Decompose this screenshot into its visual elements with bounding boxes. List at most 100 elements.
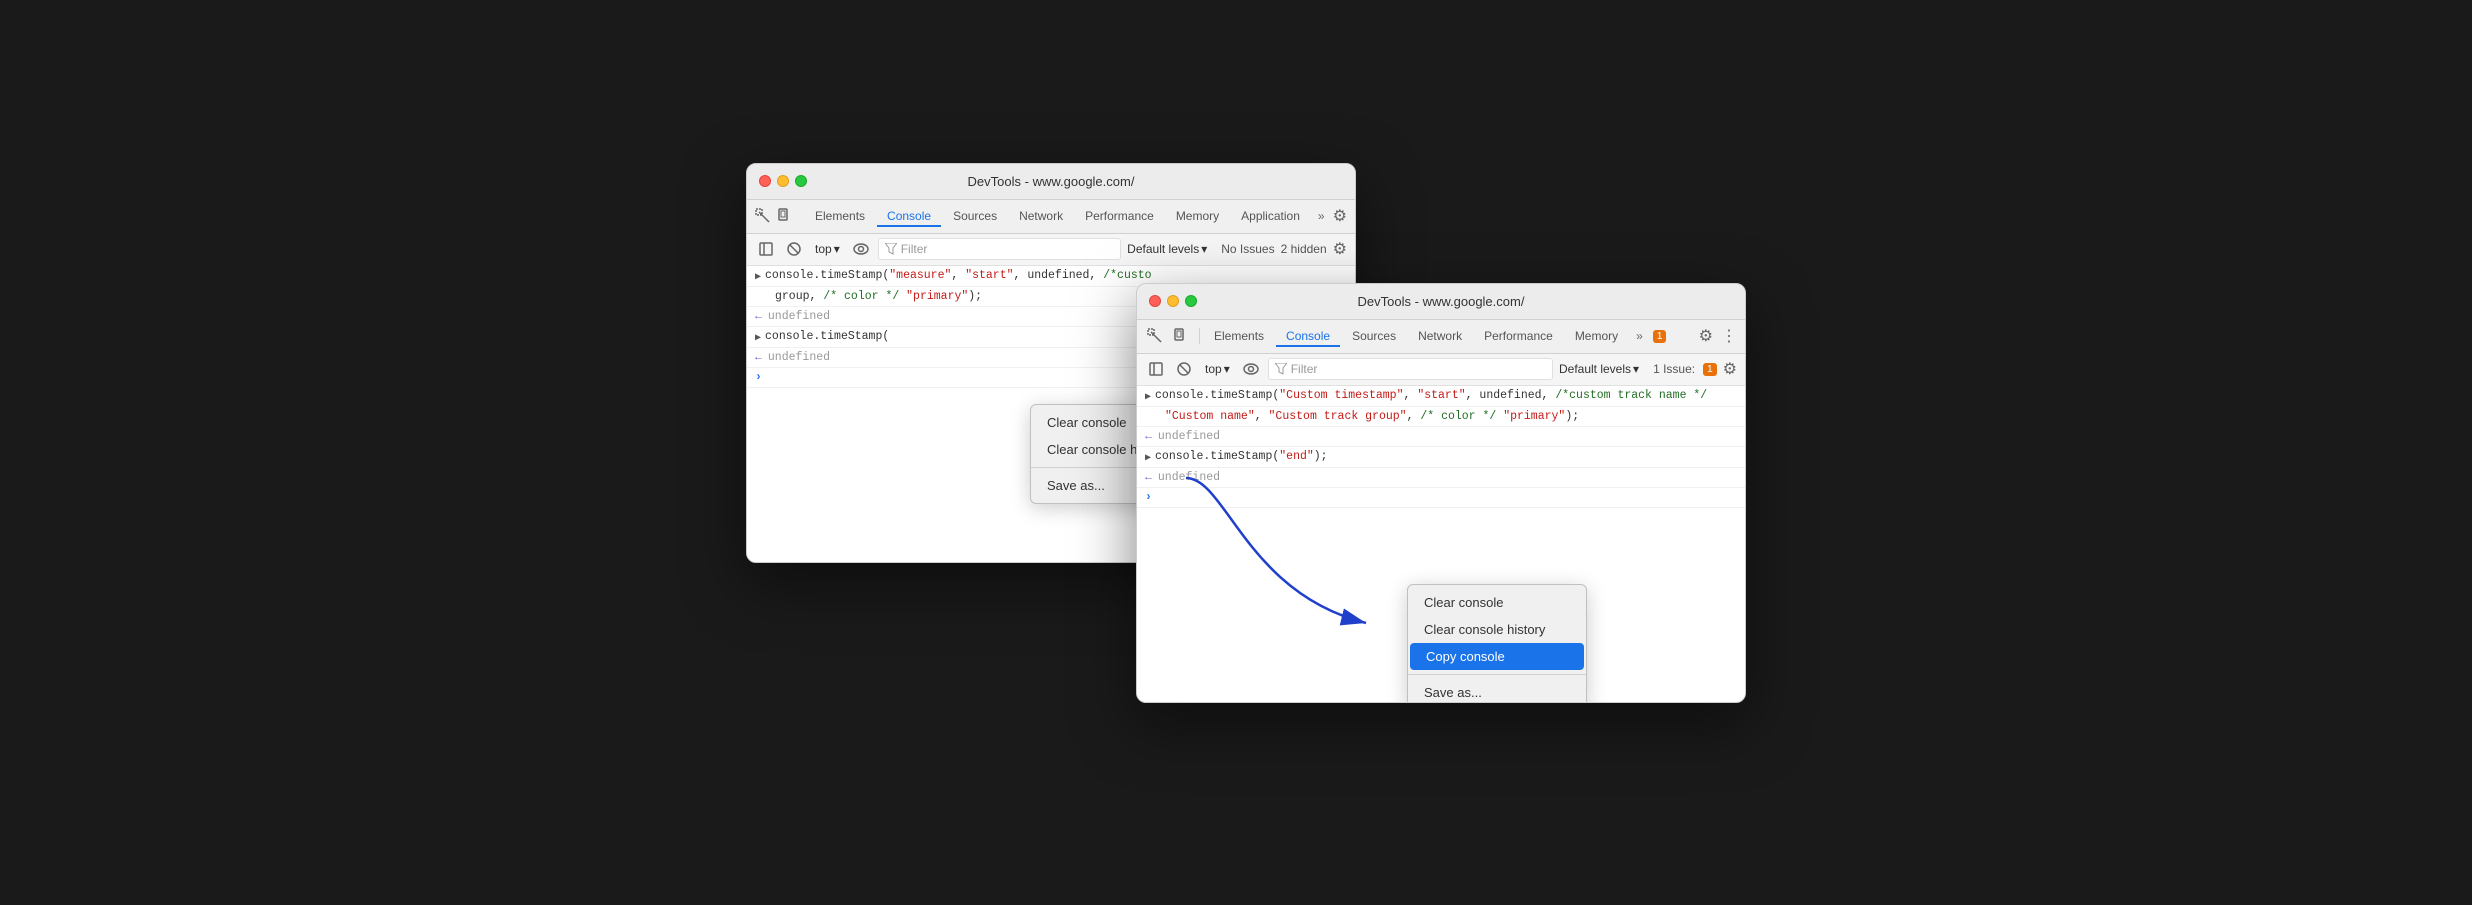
tab-overflow-front[interactable]: » <box>1630 325 1649 347</box>
arrow-left-1-back: ← <box>755 310 762 323</box>
inspect-icon-front[interactable] <box>1145 326 1165 346</box>
tab-performance-front[interactable]: Performance <box>1474 325 1563 347</box>
devtools-front-window: DevTools - www.google.com/ Elements Cons… <box>1136 283 1746 703</box>
no-issues-label-back: No Issues <box>1221 242 1274 256</box>
device-icon-back[interactable] <box>777 206 793 226</box>
title-bar-front: DevTools - www.google.com/ <box>1137 284 1745 320</box>
result-text-r1-front: undefined <box>1158 430 1220 443</box>
context-item-copy-console-front[interactable]: Copy console <box>1410 643 1584 670</box>
tab-sources-back[interactable]: Sources <box>943 205 1007 227</box>
default-levels-front[interactable]: Default levels ▾ <box>1559 362 1639 376</box>
filter-icon-back <box>885 243 897 255</box>
issues-label-front: 1 Issue: <box>1653 362 1695 376</box>
close-button-front[interactable] <box>1149 295 1161 307</box>
filter-area-front[interactable]: Filter <box>1268 358 1553 380</box>
tab-elements-back[interactable]: Elements <box>805 205 875 227</box>
tab-memory-back[interactable]: Memory <box>1166 205 1229 227</box>
arrow-left-r2-front: ← <box>1145 471 1152 484</box>
top-chevron-back: ▾ <box>834 242 840 256</box>
minimize-button-front[interactable] <box>1167 295 1179 307</box>
console-text-2-front: console.timeStamp("end"); <box>1155 450 1737 463</box>
top-label-front: top <box>1205 362 1222 376</box>
zoom-button-front[interactable] <box>1185 295 1197 307</box>
tab-badge-front: 1 <box>1653 330 1667 343</box>
console-text-1-back: console.timeStamp("measure", "start", un… <box>765 269 1347 282</box>
filter-label-back: Filter <box>901 242 928 256</box>
tabs-bar-back: Elements Console Sources Network Perform… <box>747 200 1355 234</box>
tab-memory-front[interactable]: Memory <box>1565 325 1628 347</box>
default-levels-label-front: Default levels <box>1559 362 1631 376</box>
console-text-1-front: console.timeStamp("Custom timestamp", "s… <box>1155 389 1737 402</box>
expand-icon-2-back[interactable]: ▶ <box>755 330 761 344</box>
arrow-left-r1-front: ← <box>1145 430 1152 443</box>
traffic-lights-front <box>1149 295 1197 307</box>
tab-elements-front[interactable]: Elements <box>1204 325 1274 347</box>
context-item-clear-console-front[interactable]: Clear console <box>1408 589 1586 616</box>
clear-btn-front[interactable] <box>1173 358 1195 380</box>
context-item-save-front[interactable]: Save as... <box>1408 679 1586 703</box>
tab-network-back[interactable]: Network <box>1009 205 1073 227</box>
tab-console-back[interactable]: Console <box>877 205 941 227</box>
filter-icon-front <box>1275 363 1287 375</box>
console-caret-front: › <box>1137 488 1745 508</box>
context-separator-front <box>1408 674 1586 675</box>
default-levels-chevron-back: ▾ <box>1201 242 1207 256</box>
arrow-left-2-back: ← <box>755 351 762 364</box>
tab-network-front[interactable]: Network <box>1408 325 1472 347</box>
top-chevron-front: ▾ <box>1224 362 1230 376</box>
top-selector-back[interactable]: top ▾ <box>811 240 844 258</box>
context-menu-front: Clear console Clear console history Copy… <box>1407 584 1587 703</box>
close-button-back[interactable] <box>759 175 771 187</box>
filter-area-back[interactable]: Filter <box>878 238 1121 260</box>
eye-btn-front[interactable] <box>1240 358 1262 380</box>
tab-sources-front[interactable]: Sources <box>1342 325 1406 347</box>
sidebar-btn-back[interactable] <box>755 238 777 260</box>
title-bar-back: DevTools - www.google.com/ <box>747 164 1355 200</box>
default-levels-back[interactable]: Default levels ▾ <box>1127 242 1207 256</box>
inspect-icon-back[interactable] <box>755 206 771 226</box>
top-selector-front[interactable]: top ▾ <box>1201 360 1234 378</box>
expand-icon-1-back[interactable]: ▶ <box>755 269 761 283</box>
issues-settings-icon-back[interactable]: ⚙ <box>1333 239 1347 259</box>
tab-overflow-back[interactable]: » <box>1312 205 1331 227</box>
tab-gear-area-front: ⚙ ⋮ <box>1699 326 1737 346</box>
result-text-r2-front: undefined <box>1158 471 1220 484</box>
issues-settings-icon-front[interactable]: ⚙ <box>1723 359 1737 379</box>
console-line-1-front: ▶ console.timeStamp("Custom timestamp", … <box>1137 386 1745 407</box>
sidebar-btn-front[interactable] <box>1145 358 1167 380</box>
settings-icon-back[interactable]: ⚙ <box>1333 206 1347 226</box>
default-levels-label-back: Default levels <box>1127 242 1199 256</box>
console-line-2-front: ▶ console.timeStamp("end"); <box>1137 447 1745 468</box>
context-item-clear-history-front[interactable]: Clear console history <box>1408 616 1586 643</box>
device-icon-front[interactable] <box>1171 326 1191 346</box>
default-levels-chevron-front: ▾ <box>1633 362 1639 376</box>
caret-icon-front: › <box>1145 491 1152 504</box>
clear-btn-back[interactable] <box>783 238 805 260</box>
settings-icon-front[interactable]: ⚙ <box>1699 326 1713 346</box>
eye-btn-back[interactable] <box>850 238 872 260</box>
expand-icon-2-front[interactable]: ▶ <box>1145 450 1151 464</box>
top-label-back: top <box>815 242 832 256</box>
console-toolbar-back: top ▾ Filter Default levels <box>747 234 1355 266</box>
console-toolbar-front: top ▾ Filter Default levels <box>1137 354 1745 386</box>
zoom-button-back[interactable] <box>795 175 807 187</box>
issues-badge-front: 1 <box>1703 363 1717 376</box>
window-title-front: DevTools - www.google.com/ <box>1358 294 1525 309</box>
tabs-bar-front: Elements Console Sources Network Perform… <box>1137 320 1745 354</box>
tab-performance-back[interactable]: Performance <box>1075 205 1164 227</box>
tab-gear-area-back: ⚙ ⋮ <box>1333 206 1356 226</box>
issues-area-back: No Issues 2 hidden ⚙ <box>1221 239 1347 259</box>
traffic-lights-back <box>759 175 807 187</box>
expand-icon-1-front[interactable]: ▶ <box>1145 389 1151 403</box>
console-line-1-front-cont: "Custom name", "Custom track group", /* … <box>1137 407 1745 427</box>
more-icon-back[interactable]: ⋮ <box>1355 206 1356 226</box>
console-result-2-front: ← undefined <box>1137 468 1745 488</box>
minimize-button-back[interactable] <box>777 175 789 187</box>
console-result-1-front: ← undefined <box>1137 427 1745 447</box>
window-title-back: DevTools - www.google.com/ <box>968 174 1135 189</box>
hidden-count-label-back: 2 hidden <box>1281 242 1327 256</box>
more-icon-front[interactable]: ⋮ <box>1721 326 1737 346</box>
tab-console-front[interactable]: Console <box>1276 325 1340 347</box>
result-text-2-back: undefined <box>768 351 830 364</box>
tab-application-back[interactable]: Application <box>1231 205 1310 227</box>
